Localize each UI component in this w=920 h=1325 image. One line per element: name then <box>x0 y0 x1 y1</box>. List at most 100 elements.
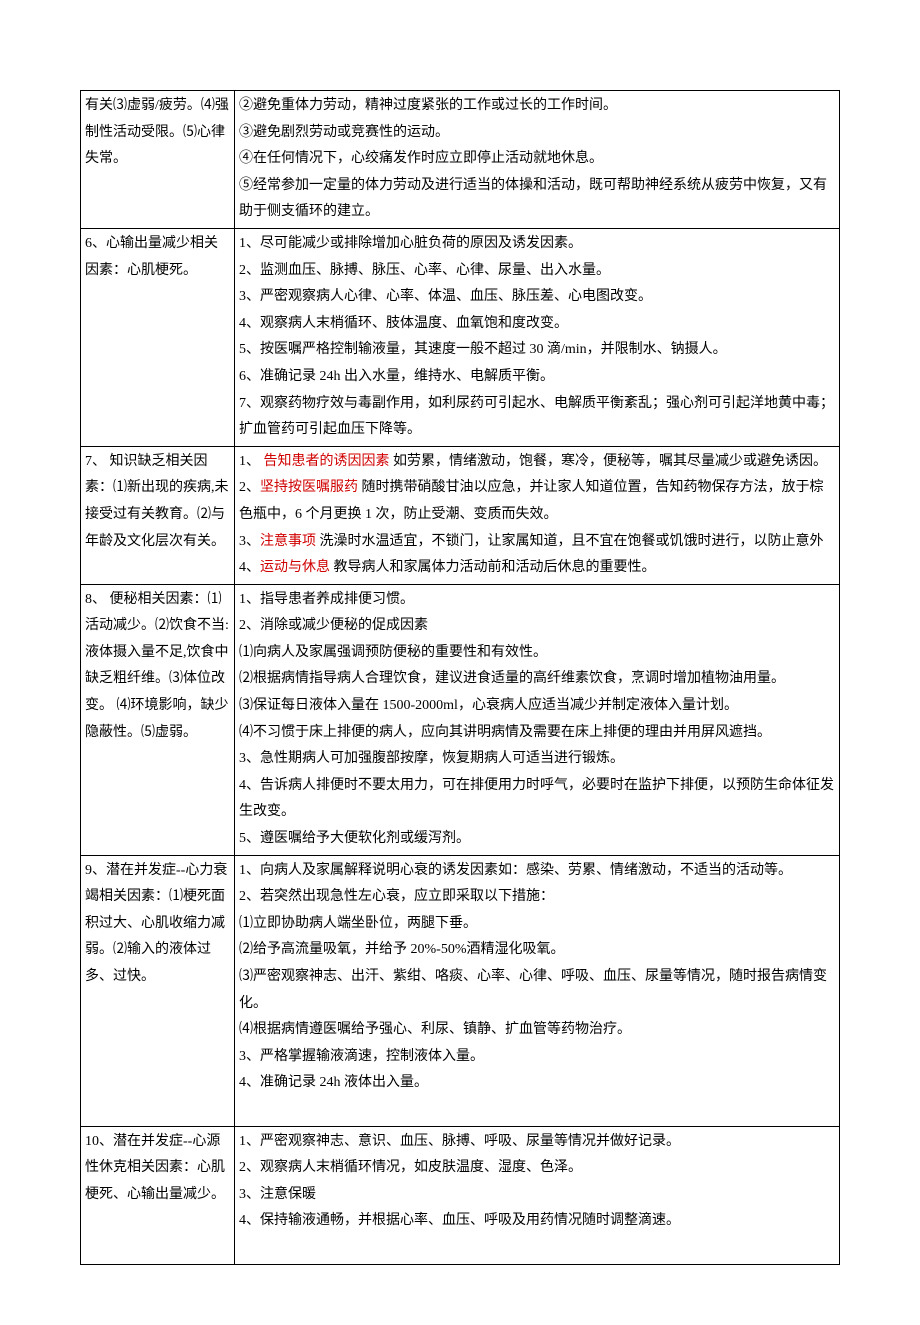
diagnosis-line: 心肌梗死。 <box>127 263 197 278</box>
text: ②避免重体力劳动，精神过度紧张的工作或过长的工作时间。 <box>239 98 617 113</box>
text: ⑶保证每日液体入量在 1500-2000ml，心衰病人应适当减少并制定液体入量计… <box>239 698 738 713</box>
text: 4、准确记录 24h 液体出入量。 <box>239 1075 428 1090</box>
measure-line: 1、尽可能减少或排除增加心脏负荷的原因及诱发因素。 <box>239 231 835 258</box>
text: 洗澡时水温适宜，不锁门，让家属知道，且不宜在饱餐或饥饿时进行，以防止意外 <box>316 534 824 549</box>
diagnosis-line: 相关因素： <box>127 1160 197 1175</box>
measure-line: 4、观察病人末梢循环、肢体温度、血氧饱和度改变。 <box>239 311 835 338</box>
text: ④在任何情况下，心绞痛发作时应立即停止活动就地休息。 <box>239 151 603 166</box>
diagnosis-cell: 9、潜在并发症--心力衰竭相关因素：⑴梗死面积过大、心肌收缩力减弱。⑵输入的液体… <box>81 855 235 1126</box>
diagnosis-line: 8、 便秘 <box>85 592 138 607</box>
text: 4、保持输液通畅，并根据心率、血压、呼吸及用药情况随时调整滴速。 <box>239 1213 680 1228</box>
measure-line: 1、向病人及家属解释说明心衰的诱发因素如：感染、劳累、情绪激动，不适当的活动等。 <box>239 858 835 885</box>
measure-line: 4、准确记录 24h 液体出入量。 <box>239 1070 835 1097</box>
text: 4、观察病人末梢循环、肢体温度、血氧饱和度改变。 <box>239 316 568 331</box>
measure-line: 3、严格掌握输液滴速，控制液体入量。 <box>239 1044 835 1071</box>
measure-line: ⑵给予高流量吸氧，并给予 20%-50%酒精湿化吸氧。 <box>239 937 835 964</box>
measure-line: 7、观察药物疗效与毒副作用，如利尿药可引起水、电解质平衡紊乱；强心剂可引起洋地黄… <box>239 391 835 444</box>
highlight-text: 注意事项 <box>260 534 316 549</box>
measure-line: 4、告诉病人排便时不要太用力，可在排便用力时呼气，必要时在监护下排便，以预防生命… <box>239 773 835 826</box>
measure-line: 1、严密观察神志、意识、血压、脉搏、呼吸、尿量等情况并做好记录。 <box>239 1129 835 1156</box>
table-row: 9、潜在并发症--心力衰竭相关因素：⑴梗死面积过大、心肌收缩力减弱。⑵输入的液体… <box>81 855 840 1126</box>
diagnosis-line: 6、心输出量减少 <box>85 236 190 251</box>
measure-line: ⑤经常参加一定量的体力劳动及进行适当的体操和活动，既可帮助神经系统从疲劳中恢复，… <box>239 173 835 226</box>
measure-line <box>239 1235 835 1262</box>
measure-line: ⑵根据病情指导病人合理饮食，建议进食适量的高纤维素饮食，烹调时增加植物油用量。 <box>239 666 835 693</box>
table-row: 8、 便秘相关因素：⑴活动减少。⑵饮食不当: 液体摄入量不足,饮食中缺乏粗纤维。… <box>81 584 840 855</box>
text: 如劳累，情绪激动，饱餐，寒冷，便秘等，嘱其尽量减少或避免诱因。 <box>390 454 828 469</box>
diagnosis-cell: 8、 便秘相关因素：⑴活动减少。⑵饮食不当: 液体摄入量不足,饮食中缺乏粗纤维。… <box>81 584 235 855</box>
table-row: 6、心输出量减少相关因素：心肌梗死。1、尽可能减少或排除增加心脏负荷的原因及诱发… <box>81 228 840 446</box>
text: 2、监测血压、脉搏、脉压、心率、心律、尿量、出入水量。 <box>239 263 610 278</box>
measure-line: 2、监测血压、脉搏、脉压、心率、心律、尿量、出入水量。 <box>239 258 835 285</box>
text: ③避免剧烈劳动或竞赛性的运动。 <box>239 125 449 140</box>
measure-line: ③避免剧烈劳动或竞赛性的运动。 <box>239 120 835 147</box>
measure-line: ⑴向病人及家属强调预防便秘的重要性和有效性。 <box>239 640 835 667</box>
text: 4、 <box>239 560 260 575</box>
text: ⑴向病人及家属强调预防便秘的重要性和有效性。 <box>239 645 547 660</box>
measures-cell: 1、 告知患者的诱因因素 如劳累，情绪激动，饱餐，寒冷，便秘等，嘱其尽量减少或避… <box>235 446 840 584</box>
measures-cell: ②避免重体力劳动，精神过度紧张的工作或过长的工作时间。 ③避免剧烈劳动或竞赛性的运… <box>235 91 840 229</box>
measures-cell: 1、严密观察神志、意识、血压、脉搏、呼吸、尿量等情况并做好记录。2、观察病人末梢… <box>235 1126 840 1264</box>
measure-line: 3、注意保暖 <box>239 1182 835 1209</box>
measure-line: ⑷不习惯于床上排便的病人，应向其讲明病情及需要在床上排便的理由并用屏风遮挡。 <box>239 720 835 747</box>
text: 1、向病人及家属解释说明心衰的诱发因素如：感染、劳累、情绪激动，不适当的活动等。 <box>239 863 792 878</box>
text: 2、 <box>239 480 260 495</box>
table-row: 10、潜在并发症--心源性休克相关因素：心肌梗死、心输出量减少。1、严密观察神志… <box>81 1126 840 1264</box>
measure-line: ②避免重体力劳动，精神过度紧张的工作或过长的工作时间。 <box>239 93 835 120</box>
measure-line: 2、坚持按医嘱服药 随时携带硝酸甘油以应急，并让家人知道位置，告知药物保存方法，… <box>239 475 835 528</box>
text: 4、告诉病人排便时不要太用力，可在排便用力时呼气，必要时在监护下排便，以预防生命… <box>239 778 834 820</box>
table-row: 有关⑶虚弱/疲劳。⑷强制性活动受限。⑸心律失常。②避免重体力劳动，精神过度紧张的… <box>81 91 840 229</box>
text: 7、观察药物疗效与毒副作用，如利尿药可引起水、电解质平衡紊乱；强心剂可引起洋地黄… <box>239 396 834 438</box>
text: 2、若突然出现急性左心衰，应立即采取以下措施： <box>239 889 554 904</box>
measure-line: 5、按医嘱严格控制输液量，其速度一般不超过 30 滴/min，并限制水、钠摄人。 <box>239 337 835 364</box>
measure-line: 1、指导患者养成排便习惯。 <box>239 587 835 614</box>
text: ⑵根据病情指导病人合理饮食，建议进食适量的高纤维素饮食，烹调时增加植物油用量。 <box>239 671 785 686</box>
measure-line: 3、急性期病人可加强腹部按摩，恢复期病人可适当进行锻炼。 <box>239 746 835 773</box>
measure-line: 3、严密观察病人心律、心率、体温、血压、脉压差、心电图改变。 <box>239 284 835 311</box>
text: ⑤经常参加一定量的体力劳动及进行适当的体操和活动，既可帮助神经系统从疲劳中恢复，… <box>239 178 827 220</box>
text: 5、遵医嘱给予大便软化剂或缓泻剂。 <box>239 831 470 846</box>
highlight-text: 坚持按医嘱服药 <box>260 480 358 495</box>
measure-line: ⑴立即协助病人端坐卧位，两腿下垂。 <box>239 911 835 938</box>
diagnosis-cell: 有关⑶虚弱/疲劳。⑷强制性活动受限。⑸心律失常。 <box>81 91 235 229</box>
measures-cell: 1、指导患者养成排便习惯。 2、消除或减少便秘的促成因素 ⑴向病人及家属强调预防便秘… <box>235 584 840 855</box>
text: 2、消除或减少便秘的促成因素 <box>239 618 428 633</box>
care-plan-table: 有关⑶虚弱/疲劳。⑷强制性活动受限。⑸心律失常。②避免重体力劳动，精神过度紧张的… <box>80 90 840 1265</box>
text: ⑶严密观察神志、出汗、紫绀、咯痰、心率、心律、呼吸、血压、尿量等情况，随时报告病… <box>239 969 827 1011</box>
diagnosis-cell: 6、心输出量减少相关因素：心肌梗死。 <box>81 228 235 446</box>
measure-line: ⑷根据病情遵医嘱给予强心、利尿、镇静、扩血管等药物治疗。 <box>239 1017 835 1044</box>
measure-line <box>239 1097 835 1124</box>
text: 3、严密观察病人心律、心率、体温、血压、脉压差、心电图改变。 <box>239 289 652 304</box>
text: ⑵给予高流量吸氧，并给予 20%-50%酒精湿化吸氧。 <box>239 942 565 957</box>
diagnosis-cell: 10、潜在并发症--心源性休克相关因素：心肌梗死、心输出量减少。 <box>81 1126 235 1264</box>
measure-line: 6、准确记录 24h 出入水量，维持水、电解质平衡。 <box>239 364 835 391</box>
measure-line: 4、运动与休息 教导病人和家属体力活动前和活动后休息的重要性。 <box>239 555 835 582</box>
text: 教导病人和家属体力活动前和活动后休息的重要性。 <box>330 560 656 575</box>
text: 3、急性期病人可加强腹部按摩，恢复期病人可适当进行锻炼。 <box>239 751 624 766</box>
diagnosis-line: 7、 知识缺乏 <box>85 454 166 469</box>
text: 6、准确记录 24h 出入水量，维持水、电解质平衡。 <box>239 369 554 384</box>
measure-line: 2、若突然出现急性左心衰，应立即采取以下措施： <box>239 884 835 911</box>
text: 1、 <box>239 454 264 469</box>
measure-line: 4、保持输液通畅，并根据心率、血压、呼吸及用药情况随时调整滴速。 <box>239 1208 835 1235</box>
measures-cell: 1、向病人及家属解释说明心衰的诱发因素如：感染、劳累、情绪激动，不适当的活动等。… <box>235 855 840 1126</box>
text: ⑴立即协助病人端坐卧位，两腿下垂。 <box>239 916 477 931</box>
measure-line: ⑶严密观察神志、出汗、紫绀、咯痰、心率、心律、呼吸、血压、尿量等情况，随时报告病… <box>239 964 835 1017</box>
measure-line: 3、注意事项 洗澡时水温适宜，不锁门，让家属知道，且不宜在饱餐或饥饿时进行，以防… <box>239 529 835 556</box>
text: 3、 <box>239 534 260 549</box>
measure-line: ⑶保证每日液体入量在 1500-2000ml，心衰病人应适当减少并制定液体入量计… <box>239 693 835 720</box>
diagnosis-line: 有关 <box>85 98 113 113</box>
text: ⑷不习惯于床上排便的病人，应向其讲明病情及需要在床上排便的理由并用屏风遮挡。 <box>239 725 771 740</box>
table-row: 7、 知识缺乏相关因素：⑴新出现的疾病,未接受过有关教育。⑵与年龄及文化层次有关… <box>81 446 840 584</box>
measure-line: 1、 告知患者的诱因因素 如劳累，情绪激动，饱餐，寒冷，便秘等，嘱其尽量减少或避… <box>239 449 835 476</box>
measure-line: 5、遵医嘱给予大便软化剂或缓泻剂。 <box>239 826 835 853</box>
diagnosis-line: 相关因素： <box>138 592 208 607</box>
highlight-text: 告知患者的诱因因素 <box>264 454 390 469</box>
diagnosis-line: 相关因素： <box>99 889 169 904</box>
text: ⑷根据病情遵医嘱给予强心、利尿、镇静、扩血管等药物治疗。 <box>239 1022 631 1037</box>
diagnosis-line: ⑶虚弱/疲劳。 <box>113 98 201 113</box>
measure-line: 2、观察病人末梢循环情况，如皮肤温度、湿度、色泽。 <box>239 1155 835 1182</box>
measure-line: 2、消除或减少便秘的促成因素 <box>239 613 835 640</box>
document-page: 有关⑶虚弱/疲劳。⑷强制性活动受限。⑸心律失常。②避免重体力劳动，精神过度紧张的… <box>0 0 920 1325</box>
measure-line: ④在任何情况下，心绞痛发作时应立即停止活动就地休息。 <box>239 146 835 173</box>
